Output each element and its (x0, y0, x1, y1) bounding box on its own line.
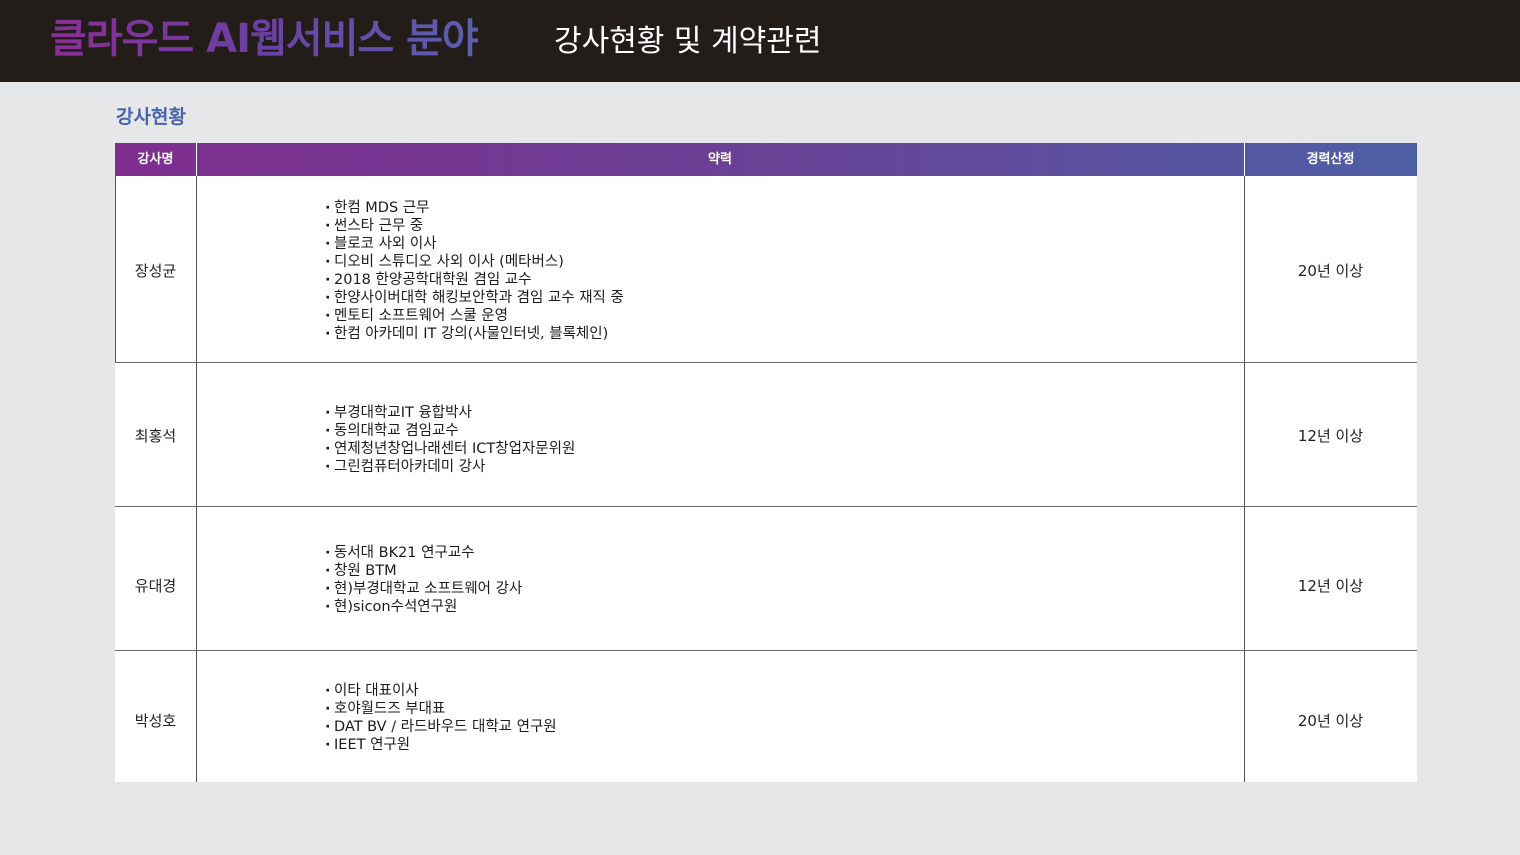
table-row: 박성호 이타 대표이사 호야월드즈 부대표 DAT BV / 라드바우드 대학교… (115, 651, 1417, 782)
career-item: 창원 BTM (325, 562, 522, 580)
career-item: 현)sicon수석연구원 (325, 598, 522, 616)
career-item: 2018 한양공학대학원 겸임 교수 (325, 271, 624, 289)
career-list: 부경대학교IT 융합박사 동의대학교 겸임교수 연제청년창업나래센터 ICT창업… (325, 404, 575, 476)
instructor-name: 유대경 (134, 577, 177, 595)
table-row: 최홍석 부경대학교IT 융합박사 동의대학교 겸임교수 연제청년창업나래센터 I… (115, 363, 1417, 506)
table-row: 유대경 동서대 BK21 연구교수 창원 BTM 현)부경대학교 소프트웨어 강… (115, 507, 1417, 650)
page-title-subject: 강사현황 및 계약관련 (554, 24, 822, 59)
career-list: 동서대 BK21 연구교수 창원 BTM 현)부경대학교 소프트웨어 강사 현)… (325, 544, 522, 616)
instructor-table: 강사명 약력 경력산정 장성균 한컴 MDS 근무 썬스타 근무 중 블로코 사… (115, 143, 1417, 782)
career-years: 12년 이상 (1297, 577, 1364, 595)
header-divider (196, 143, 197, 176)
career-item: 블로코 사외 이사 (325, 235, 624, 253)
career-item: DAT BV / 라드바우드 대학교 연구원 (325, 718, 557, 736)
header-bar: 클라우드 AI웹서비스 분야 강사현황 및 계약관련 (0, 0, 1520, 82)
column-header-name: 강사명 (137, 152, 174, 167)
career-list: 한컴 MDS 근무 썬스타 근무 중 블로코 사외 이사 디오비 스튜디오 사외… (325, 199, 624, 343)
career-item: 썬스타 근무 중 (325, 217, 624, 235)
career-item: 동서대 BK21 연구교수 (325, 544, 522, 562)
table-header: 강사명 약력 경력산정 (115, 143, 1417, 176)
instructor-name: 장성균 (134, 262, 177, 280)
career-item: 그린컴퓨터아카데미 강사 (325, 458, 575, 476)
instructor-name: 최홍석 (134, 427, 177, 445)
page-title-category: 클라우드 AI웹서비스 분야 (50, 16, 479, 62)
column-header-career: 약력 (708, 152, 732, 167)
career-item: 한컴 MDS 근무 (325, 199, 624, 217)
career-item: 멘토티 소프트웨어 스쿨 운영 (325, 307, 624, 325)
career-item: 한컴 아카데미 IT 강의(사물인터넷, 블록체인) (325, 325, 624, 343)
career-item: 디오비 스튜디오 사외 이사 (메타버스) (325, 253, 624, 271)
career-item: 이타 대표이사 (325, 682, 557, 700)
instructor-name: 박성호 (134, 712, 177, 730)
table-row: 장성균 한컴 MDS 근무 썬스타 근무 중 블로코 사외 이사 디오비 스튜디… (115, 176, 1417, 362)
career-item: 한양사이버대학 해킹보안학과 겸임 교수 재직 중 (325, 289, 624, 307)
career-years: 20년 이상 (1297, 262, 1364, 280)
career-list: 이타 대표이사 호야월드즈 부대표 DAT BV / 라드바우드 대학교 연구원… (325, 682, 557, 754)
column-header-years: 경력산정 (1306, 152, 1355, 167)
career-item: 호야월드즈 부대표 (325, 700, 557, 718)
section-title: 강사현황 (116, 106, 186, 128)
career-years: 12년 이상 (1297, 427, 1364, 445)
career-item: 부경대학교IT 융합박사 (325, 404, 575, 422)
career-item: 현)부경대학교 소프트웨어 강사 (325, 580, 522, 598)
header-divider (1244, 143, 1245, 176)
career-item: 동의대학교 겸임교수 (325, 422, 575, 440)
career-item: 연제청년창업나래센터 ICT창업자문위원 (325, 440, 575, 458)
career-years: 20년 이상 (1297, 712, 1364, 730)
career-item: IEET 연구원 (325, 736, 557, 754)
